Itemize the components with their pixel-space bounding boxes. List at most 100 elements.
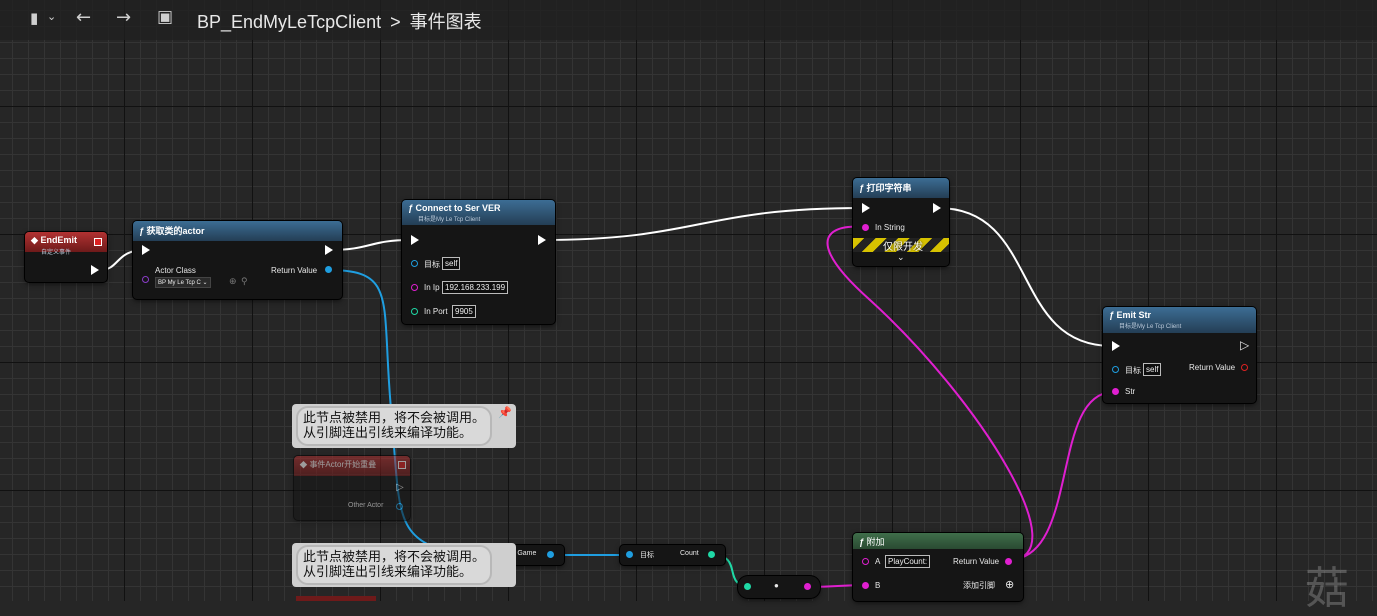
chevron-down-icon[interactable]: ⌄ [47, 10, 56, 23]
node-connect-to-server[interactable]: ƒ Connect to Ser VER 目标是My Le Tcp Client… [402, 200, 555, 324]
browse-icon[interactable]: ⊕ [229, 276, 237, 287]
event-icon: ◆ [300, 459, 307, 469]
node-emit-subtitle: 目标是My Le Tcp Client [1119, 324, 1182, 330]
return-value-pin[interactable] [1005, 558, 1012, 565]
forward-arrow-icon[interactable]: → [116, 7, 131, 28]
function-icon: ƒ [139, 226, 145, 236]
target-pin[interactable] [626, 551, 633, 558]
node-begin-overlap-title: 事件Actor开始重叠 [309, 460, 377, 469]
a-pin[interactable] [862, 558, 869, 565]
in-port-field[interactable]: 9905 [452, 305, 476, 318]
node-append-header: ƒ 附加 [853, 533, 1023, 549]
node-begin-overlap-header: ◆ 事件Actor开始重叠 [294, 456, 410, 476]
node-print-title: 打印字符串 [866, 183, 912, 193]
a-field[interactable]: PlayCount: [885, 555, 931, 568]
disabled-node-stub [296, 596, 376, 601]
target-label: 目标 [424, 260, 440, 269]
other-actor-label: Other Actor [348, 502, 384, 509]
get-game-output-pin[interactable] [547, 551, 554, 558]
breadcrumb-graph[interactable]: 事件图表 [410, 12, 482, 32]
blueprint-graph-icon: ▣ [157, 7, 174, 27]
count-label: Count [680, 550, 699, 557]
target-pin[interactable] [411, 260, 418, 267]
disabled-comment-1-bubble: 此节点被禁用，将不会被调用。 从引脚连出引线来编译功能。 [296, 406, 493, 446]
node-emit-str[interactable]: ƒ Emit Str 目标是My Le Tcp Client ▷ 目标 self… [1103, 307, 1256, 403]
node-count[interactable]: 目标 Count [620, 545, 725, 565]
actor-class-dropdown[interactable]: BP My Le Tcp C ⌄ [155, 277, 211, 288]
node-begin-overlap[interactable]: ◆ 事件Actor开始重叠 ▷ Other Actor [294, 456, 410, 520]
in-string-pin[interactable] [862, 224, 869, 231]
actor-class-label: Actor Class [155, 266, 196, 275]
int-in-pin[interactable] [744, 583, 751, 590]
exec-wire-print-emitstr [937, 207, 1113, 347]
exec-out-pin[interactable] [91, 265, 99, 275]
back-arrow-icon[interactable]: ← [76, 7, 91, 28]
target-label: 目标 [640, 552, 654, 559]
disabled-comment-2-line1: 此节点被禁用，将不会被调用。 [303, 550, 486, 565]
node-emit-title: Emit Str [1116, 310, 1152, 320]
string-wire-return-str [1007, 391, 1113, 561]
breadcrumb: BP_EndMyLeTcpClient > 事件图表 [197, 8, 482, 34]
str-label: Str [1125, 387, 1136, 396]
return-value-pin[interactable] [1241, 364, 1248, 371]
function-icon: ƒ [408, 203, 414, 213]
add-pin-label[interactable]: 添加引脚 [963, 580, 995, 591]
in-port-pin[interactable] [411, 308, 418, 315]
count-pin[interactable] [708, 551, 715, 558]
wires-layer [99, 207, 1113, 588]
string-out-pin[interactable] [804, 583, 811, 590]
in-ip-field[interactable]: 192.168.233.199 [442, 281, 509, 294]
exec-wire-connect-print [541, 207, 863, 241]
pin-icon[interactable]: 📌 [498, 406, 512, 419]
exec-out-pin[interactable] [933, 203, 941, 213]
target-value[interactable]: self [1143, 363, 1162, 376]
node-endemit-header: ◆ EndEmit 自定义事件 [25, 232, 107, 256]
target-value[interactable]: self [442, 257, 461, 270]
disabled-comment-1-line1: 此节点被禁用，将不会被调用。 [303, 411, 486, 426]
str-pin[interactable] [1112, 388, 1119, 395]
disabled-comment-2: 此节点被禁用，将不会被调用。 从引脚连出引线来编译功能。 [292, 543, 516, 587]
function-icon: ƒ [859, 183, 865, 193]
node-connect-title: Connect to Ser VER [415, 203, 501, 213]
delegate-pin[interactable] [398, 461, 406, 469]
actor-class-pin[interactable] [142, 276, 149, 283]
exec-in-pin[interactable] [862, 203, 870, 213]
function-icon: ƒ [1109, 310, 1115, 320]
bookmark-icon[interactable]: ▮ [30, 9, 38, 27]
add-pin-plus-icon[interactable]: ⊕ [1005, 578, 1014, 591]
node-append-title: 附加 [866, 537, 885, 547]
disabled-comment-1-line2: 从引脚连出引线来编译功能。 [303, 426, 473, 441]
breadcrumb-blueprint[interactable]: BP_EndMyLeTcpClient [197, 12, 381, 32]
convert-label: ● [774, 581, 779, 590]
search-icon[interactable]: ⚲ [241, 276, 248, 287]
return-value-pin[interactable] [325, 266, 332, 273]
return-value-label: Return Value [271, 266, 318, 275]
exec-in-pin[interactable] [1112, 341, 1120, 351]
disabled-comment-2-line2: 从引脚连出引线来编译功能。 [303, 565, 473, 580]
node-endemit[interactable]: ◆ EndEmit 自定义事件 [25, 232, 107, 282]
node-connect-header: ƒ Connect to Ser VER 目标是My Le Tcp Client [402, 200, 555, 225]
other-actor-pin[interactable] [396, 503, 403, 510]
exec-out-hollow-icon[interactable]: ▷ [396, 482, 404, 493]
exec-out-pin[interactable] [538, 235, 546, 245]
return-value-label: Return Value [1189, 363, 1236, 372]
editor-toolbar: ▮ ⌄ ← → ▣ BP_EndMyLeTcpClient > 事件图表 [0, 0, 1377, 40]
expand-chevron-icon[interactable]: ⌄ [897, 252, 905, 263]
node-print-string[interactable]: ƒ 打印字符串 In String 仅限开发 ⌄ [853, 178, 949, 266]
node-connect-subtitle: 目标是My Le Tcp Client [418, 217, 481, 223]
node-append[interactable]: ƒ 附加 A PlayCount: Return Value B 添加引脚 ⊕ [853, 533, 1023, 601]
node-get-actor-of-class[interactable]: ƒ 获取类的actor Actor Class BP My Le Tcp C ⌄… [133, 221, 342, 299]
b-pin[interactable] [862, 582, 869, 589]
node-print-header: ƒ 打印字符串 [853, 178, 949, 198]
in-ip-label: In Ip [424, 283, 440, 292]
in-ip-pin[interactable] [411, 284, 418, 291]
string-wire-return-instring [826, 225, 1034, 561]
target-pin[interactable] [1112, 366, 1119, 373]
node-int-to-string[interactable]: ● [738, 576, 820, 598]
exec-out-pin[interactable] [325, 245, 333, 255]
target-label: 目标 [1125, 366, 1141, 375]
delegate-pin[interactable] [94, 238, 102, 246]
exec-out-hollow-icon: ▷ [1240, 338, 1250, 352]
exec-in-pin[interactable] [411, 235, 419, 245]
exec-in-pin[interactable] [142, 245, 150, 255]
